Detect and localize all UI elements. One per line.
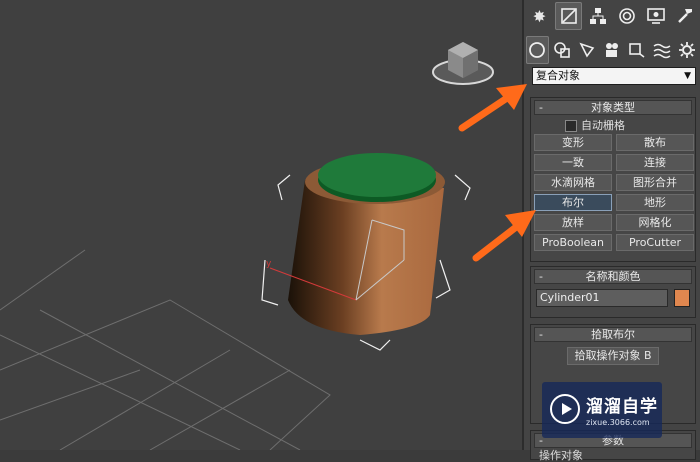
systems-icon[interactable]: [675, 36, 698, 64]
modify-tab-icon[interactable]: [555, 2, 582, 30]
name-color-rollout: - 名称和颜色 Cylinder01: [530, 266, 696, 318]
mesher-button[interactable]: 网格化: [616, 214, 694, 231]
viewcube[interactable]: [432, 42, 494, 85]
object-type-title: 对象类型: [591, 101, 635, 114]
3d-viewport[interactable]: y: [0, 0, 522, 450]
create-category-tabs: [526, 36, 698, 66]
object-type-buttons: 变形 散布 一致 连接 水滴网格 图形合并 布尔 地形 放样 网格化 ProBo…: [531, 134, 695, 251]
collapse-icon[interactable]: -: [539, 101, 543, 114]
dropdown-arrow-icon[interactable]: ▼: [684, 68, 691, 84]
command-panel-tabs: ✸: [526, 2, 698, 32]
display-tab-icon[interactable]: [642, 2, 669, 30]
procutter-button[interactable]: ProCutter: [616, 234, 694, 251]
blobmesh-button[interactable]: 水滴网格: [534, 174, 612, 191]
watermark: 溜溜自学 zixue.3066.com: [542, 382, 662, 438]
cameras-icon[interactable]: [601, 36, 624, 64]
object-category-dropdown[interactable]: 复合对象 ▼: [532, 67, 696, 85]
viewport-scene: y: [0, 42, 494, 450]
terrain-button[interactable]: 地形: [616, 194, 694, 211]
autogrid-checkbox[interactable]: [565, 120, 577, 132]
spacewarps-icon[interactable]: [650, 36, 673, 64]
pick-boolean-title: 拾取布尔: [591, 328, 635, 341]
operands-label: 操作对象: [539, 449, 583, 462]
green-cap[interactable]: [318, 153, 436, 202]
object-type-rollout: - 对象类型 自动栅格 变形 散布 一致 连接 水滴网格 图形合并 布尔 地形 …: [530, 97, 696, 262]
connect-button[interactable]: 连接: [616, 154, 694, 171]
motion-tab-icon[interactable]: [613, 2, 640, 30]
ground-grid: [0, 249, 331, 450]
scatter-button[interactable]: 散布: [616, 134, 694, 151]
utilities-tab-icon[interactable]: [671, 2, 698, 30]
pick-boolean-header[interactable]: - 拾取布尔: [534, 327, 692, 342]
boolean-button[interactable]: 布尔: [534, 194, 612, 211]
geometry-icon[interactable]: [526, 36, 549, 64]
morph-button[interactable]: 变形: [534, 134, 612, 151]
object-color-swatch[interactable]: [674, 289, 690, 307]
object-type-header[interactable]: - 对象类型: [534, 100, 692, 115]
shapes-icon[interactable]: [551, 36, 574, 64]
name-color-header[interactable]: - 名称和颜色: [534, 269, 692, 284]
play-logo-icon: [550, 394, 580, 424]
hierarchy-tab-icon[interactable]: [584, 2, 611, 30]
autogrid-label: 自动栅格: [581, 119, 625, 132]
loft-button[interactable]: 放样: [534, 214, 612, 231]
helpers-icon[interactable]: [625, 36, 648, 64]
collapse-icon[interactable]: -: [539, 270, 543, 283]
create-tab-icon[interactable]: ✸: [526, 2, 553, 30]
name-color-title: 名称和颜色: [585, 270, 641, 283]
object-name-field[interactable]: Cylinder01: [536, 289, 668, 307]
x-axis-label: y: [266, 259, 272, 269]
autogrid-row[interactable]: 自动栅格: [531, 117, 695, 134]
proboolean-button[interactable]: ProBoolean: [534, 234, 612, 251]
pick-operand-b-button[interactable]: 拾取操作对象 B: [567, 347, 659, 365]
conform-button[interactable]: 一致: [534, 154, 612, 171]
watermark-url: zixue.3066.com: [586, 418, 650, 427]
shapemerge-button[interactable]: 图形合并: [616, 174, 694, 191]
collapse-icon[interactable]: -: [539, 328, 543, 341]
lights-icon[interactable]: [576, 36, 599, 64]
dropdown-value: 复合对象: [536, 69, 580, 82]
watermark-text: 溜溜自学: [586, 397, 658, 417]
